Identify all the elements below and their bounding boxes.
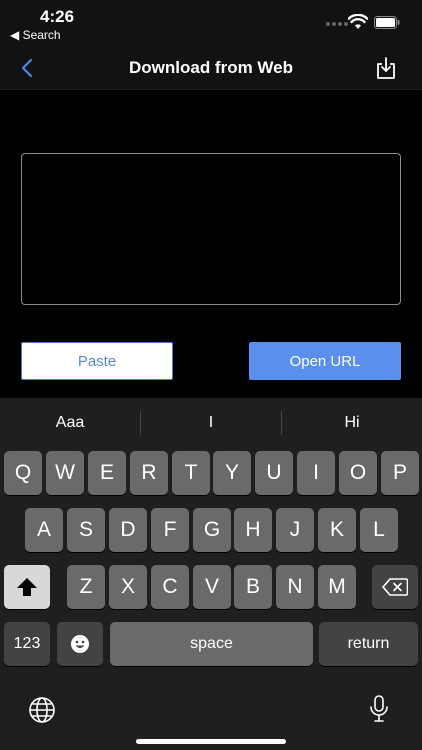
navigation-bar: Download from Web bbox=[0, 46, 422, 90]
globe-icon bbox=[29, 697, 55, 723]
emoji-icon bbox=[71, 635, 89, 653]
keyboard: Aaa I Hi Q W E R T Y U I O P A S D F G H… bbox=[0, 398, 422, 750]
key-x[interactable]: X bbox=[109, 565, 147, 609]
key-t[interactable]: T bbox=[172, 451, 210, 495]
key-k[interactable]: K bbox=[318, 508, 356, 552]
key-d[interactable]: D bbox=[109, 508, 147, 552]
dictation-button[interactable] bbox=[364, 692, 394, 726]
key-m[interactable]: M bbox=[318, 565, 356, 609]
key-a[interactable]: A bbox=[25, 508, 63, 552]
shift-key[interactable] bbox=[4, 565, 50, 609]
wifi-icon bbox=[348, 14, 368, 29]
key-p[interactable]: P bbox=[381, 451, 419, 495]
key-l[interactable]: L bbox=[360, 508, 398, 552]
numbers-key[interactable]: 123 bbox=[4, 622, 50, 666]
space-key[interactable]: space bbox=[110, 622, 313, 666]
key-o[interactable]: O bbox=[339, 451, 377, 495]
key-g[interactable]: G bbox=[193, 508, 231, 552]
prediction-item[interactable]: I bbox=[141, 414, 281, 432]
key-f[interactable]: F bbox=[151, 508, 189, 552]
key-e[interactable]: E bbox=[88, 451, 126, 495]
cellular-signal-icon bbox=[326, 22, 348, 26]
microphone-icon bbox=[370, 695, 388, 722]
status-bar: 4:26 ◀ Search bbox=[0, 0, 422, 46]
download-tray-icon bbox=[377, 57, 395, 79]
key-r[interactable]: R bbox=[130, 451, 168, 495]
url-text-area[interactable] bbox=[21, 153, 401, 305]
predictive-text-bar: Aaa I Hi bbox=[0, 398, 422, 448]
status-time: 4:26 bbox=[40, 7, 75, 26]
backspace-icon bbox=[382, 578, 408, 596]
download-button[interactable] bbox=[372, 54, 400, 82]
prediction-item[interactable]: Aaa bbox=[0, 414, 140, 432]
home-indicator[interactable] bbox=[136, 739, 286, 744]
key-n[interactable]: N bbox=[276, 565, 314, 609]
paste-button[interactable]: Paste bbox=[21, 342, 173, 380]
key-h[interactable]: H bbox=[234, 508, 272, 552]
open-url-button[interactable]: Open URL bbox=[249, 342, 401, 380]
page-title: Download from Web bbox=[128, 58, 293, 77]
battery-icon bbox=[374, 16, 400, 29]
key-i[interactable]: I bbox=[297, 451, 335, 495]
key-u[interactable]: U bbox=[255, 451, 293, 495]
key-w[interactable]: W bbox=[46, 451, 84, 495]
key-q[interactable]: Q bbox=[4, 451, 42, 495]
back-to-app-link[interactable]: ◀ Search bbox=[10, 28, 61, 42]
shift-arrow-icon bbox=[17, 578, 37, 596]
key-c[interactable]: C bbox=[151, 565, 189, 609]
return-key[interactable]: return bbox=[319, 622, 418, 666]
globe-button[interactable] bbox=[26, 694, 58, 726]
key-b[interactable]: B bbox=[234, 565, 272, 609]
key-v[interactable]: V bbox=[193, 565, 231, 609]
key-y[interactable]: Y bbox=[213, 451, 251, 495]
key-z[interactable]: Z bbox=[67, 565, 105, 609]
key-s[interactable]: S bbox=[67, 508, 105, 552]
prediction-item[interactable]: Hi bbox=[282, 414, 422, 432]
delete-key[interactable] bbox=[372, 565, 418, 609]
key-j[interactable]: J bbox=[276, 508, 314, 552]
emoji-key[interactable] bbox=[57, 622, 103, 666]
